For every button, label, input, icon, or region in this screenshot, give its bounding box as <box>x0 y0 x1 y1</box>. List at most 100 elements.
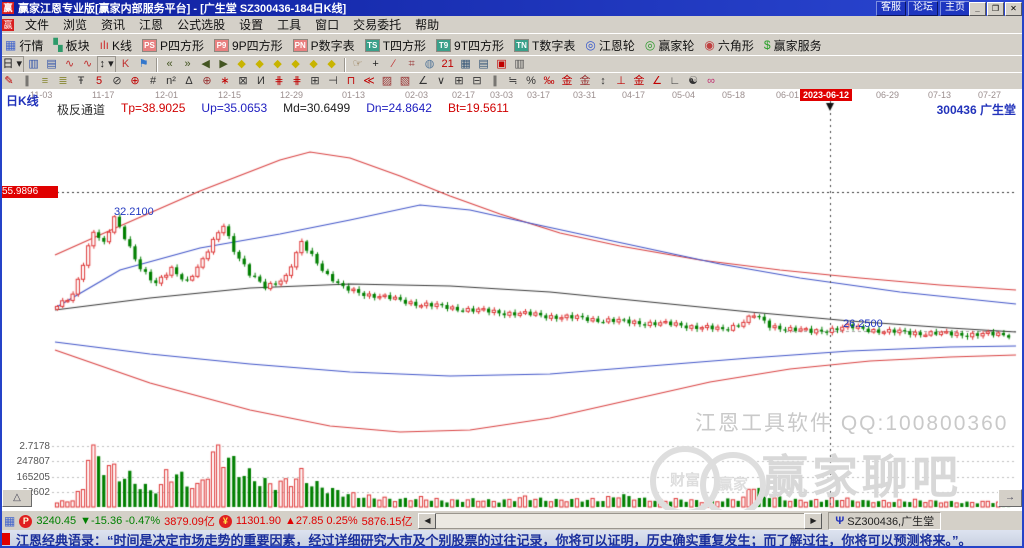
permille-icon[interactable]: ‰ <box>541 74 558 89</box>
t-ruler-icon[interactable]: Ŧ <box>73 74 90 89</box>
quotes-grid-icon[interactable]: ▦ <box>4 514 15 528</box>
crosshair-icon[interactable]: + <box>367 57 384 72</box>
gate-icon[interactable]: ⊓ <box>343 74 360 89</box>
t-square-button[interactable]: TS T四方形 <box>360 35 431 55</box>
printer-icon[interactable]: ▥ <box>511 57 528 72</box>
n-square-icon[interactable]: n² <box>163 74 180 89</box>
save-icon[interactable]: ▣ <box>493 57 510 72</box>
trendline-icon[interactable]: ∕ <box>385 57 402 72</box>
gann-diamond-4-icon[interactable]: ◆ <box>287 57 304 72</box>
circle-cross-icon[interactable]: ⊕ <box>127 74 144 89</box>
scrollbar-track[interactable] <box>436 513 805 529</box>
expand-volume-button[interactable]: △ <box>2 489 32 507</box>
playback-flag-icon[interactable]: ⚑ <box>135 57 152 72</box>
sectors-button[interactable]: ▚ 板块 <box>48 35 94 55</box>
target-tool-icon[interactable]: ⊕ <box>199 74 216 89</box>
menu-trade[interactable]: 交易委托 <box>346 15 408 34</box>
infinity-icon[interactable]: ∞ <box>703 74 720 89</box>
winner-wheel-button[interactable]: ◎ 赢家轮 <box>640 35 700 55</box>
approx-icon[interactable]: ≒ <box>505 74 522 89</box>
tab-daily-kline[interactable]: 日K线 <box>6 92 39 109</box>
p-number-table-button[interactable]: PN P数字表 <box>288 35 360 55</box>
step-back-icon[interactable]: ◀ <box>197 57 214 72</box>
horizontal-lines-icon[interactable]: ≡ <box>37 74 54 89</box>
chart-area[interactable]: 11-03 11-17 12-01 12-15 12-29 01-13 02-03 02-17… <box>0 89 1024 510</box>
menu-window[interactable]: 窗口 <box>308 15 346 34</box>
menu-settings[interactable]: 设置 <box>232 15 270 34</box>
updown-icon[interactable]: ↕ <box>595 74 612 89</box>
draw-pen-icon[interactable]: ✎ <box>1 74 18 89</box>
notebook-icon[interactable]: ▤ <box>475 57 492 72</box>
calculator-icon[interactable]: ▦ <box>457 57 474 72</box>
percent-icon[interactable]: % <box>523 74 540 89</box>
p-square-button[interactable]: PS P四方形 <box>137 35 209 55</box>
perp-icon[interactable]: ⊥ <box>613 74 630 89</box>
red-grid-1-icon[interactable]: ⋕ <box>271 74 288 89</box>
menu-file[interactable]: 文件 <box>18 15 56 34</box>
box-minus-icon[interactable]: ⊟ <box>469 74 486 89</box>
forum-button[interactable]: 论坛 <box>908 1 938 16</box>
customer-service-button[interactable]: 客服 <box>876 1 906 16</box>
calendar-21-icon[interactable]: 21 <box>439 57 456 72</box>
menu-help[interactable]: 帮助 <box>408 15 446 34</box>
amount-curve-icon[interactable]: ∿ <box>79 57 96 72</box>
menu-gann[interactable]: 江恩 <box>132 15 170 34</box>
golden-section-1-icon[interactable]: 金 <box>559 74 576 89</box>
status-scrollbar[interactable]: ◀ ▶ <box>418 513 823 529</box>
hash-tool-icon[interactable]: # <box>145 74 162 89</box>
screen-layout-icon[interactable]: ▥ <box>25 57 42 72</box>
kline-button[interactable]: ılı K线 <box>95 35 137 55</box>
box-plus-2-icon[interactable]: ⊞ <box>451 74 468 89</box>
angle-red-icon[interactable]: ∠ <box>649 74 666 89</box>
yinyang-icon[interactable]: ☯ <box>685 74 702 89</box>
menu-news[interactable]: 资讯 <box>94 15 132 34</box>
nine-t-square-button[interactable]: T9 9T四方形 <box>431 35 509 55</box>
goto-first-icon[interactable]: « <box>161 57 178 72</box>
box-x-icon[interactable]: ⊠ <box>235 74 252 89</box>
right-angle-icon[interactable]: ∟ <box>667 74 684 89</box>
gann-diamond-5-icon[interactable]: ◆ <box>305 57 322 72</box>
gann-wheel-button[interactable]: ◎ 江恩轮 <box>580 35 640 55</box>
gann-diamond-3-icon[interactable]: ◆ <box>269 57 286 72</box>
triangle-tool-icon[interactable]: ∆ <box>181 74 198 89</box>
menu-formula-picker[interactable]: 公式选股 <box>170 15 232 34</box>
shade-grid-1-icon[interactable]: ▨ <box>379 74 396 89</box>
shade-grid-2-icon[interactable]: ▧ <box>397 74 414 89</box>
winner-service-button[interactable]: $ 赢家服务 <box>759 35 827 55</box>
web-grid-icon[interactable]: ⌗ <box>403 57 420 72</box>
t-number-table-button[interactable]: TN T数字表 <box>509 35 580 55</box>
gann-diamond-1-icon[interactable]: ◆ <box>233 57 250 72</box>
step-forward-icon[interactable]: ▶ <box>215 57 232 72</box>
market-grid-segment[interactable]: ▦ P 3240.45 ▼-15.36 -0.47% 3879.09亿 ¥ 11… <box>0 513 416 529</box>
close-button[interactable]: ✕ <box>1005 2 1022 16</box>
person-tool-icon[interactable]: ⊘ <box>109 74 126 89</box>
red-grid-2-icon[interactable]: ⋕ <box>289 74 306 89</box>
parallel-lines-icon[interactable]: ∥ <box>19 74 36 89</box>
box-plus-icon[interactable]: ⊞ <box>307 74 324 89</box>
tack-icon[interactable]: ⊣ <box>325 74 342 89</box>
candle-scale-icon[interactable]: ↕ ▾ <box>97 56 117 73</box>
menu-browse[interactable]: 浏览 <box>56 15 94 34</box>
gann-diamond-6-icon[interactable]: ◆ <box>323 57 340 72</box>
grid-lines-icon[interactable]: ≣ <box>55 74 72 89</box>
pan-hand-icon[interactable]: ☞ <box>349 57 366 72</box>
homepage-button[interactable]: 主页 <box>940 1 970 16</box>
goto-last-icon[interactable]: » <box>179 57 196 72</box>
angle-icon[interactable]: ∠ <box>415 74 432 89</box>
five-tool-icon[interactable]: 5 <box>91 74 108 89</box>
golden-section-3-icon[interactable]: 金 <box>631 74 648 89</box>
scroll-right-button[interactable]: → <box>998 489 1022 507</box>
slash-lines-icon[interactable]: ∥ <box>487 74 504 89</box>
vee-icon[interactable]: ∨ <box>433 74 450 89</box>
period-daily-selector[interactable]: 日 ▾ <box>0 56 25 73</box>
golden-section-2-icon[interactable]: 金 <box>577 74 594 89</box>
gann-diamond-2-icon[interactable]: ◆ <box>251 57 268 72</box>
menu-tools[interactable]: 工具 <box>270 15 308 34</box>
info-panel-icon[interactable]: ▤ <box>43 57 60 72</box>
nine-p-square-button[interactable]: P9 9P四方形 <box>209 35 288 55</box>
restore-button[interactable]: ❐ <box>987 2 1004 16</box>
fan-lines-icon[interactable]: ≪ <box>361 74 378 89</box>
scrollbar-right-arrow[interactable]: ▶ <box>804 513 823 529</box>
quotes-button[interactable]: ▦ 行情 <box>0 35 48 55</box>
minimize-button[interactable]: _ <box>969 2 986 16</box>
